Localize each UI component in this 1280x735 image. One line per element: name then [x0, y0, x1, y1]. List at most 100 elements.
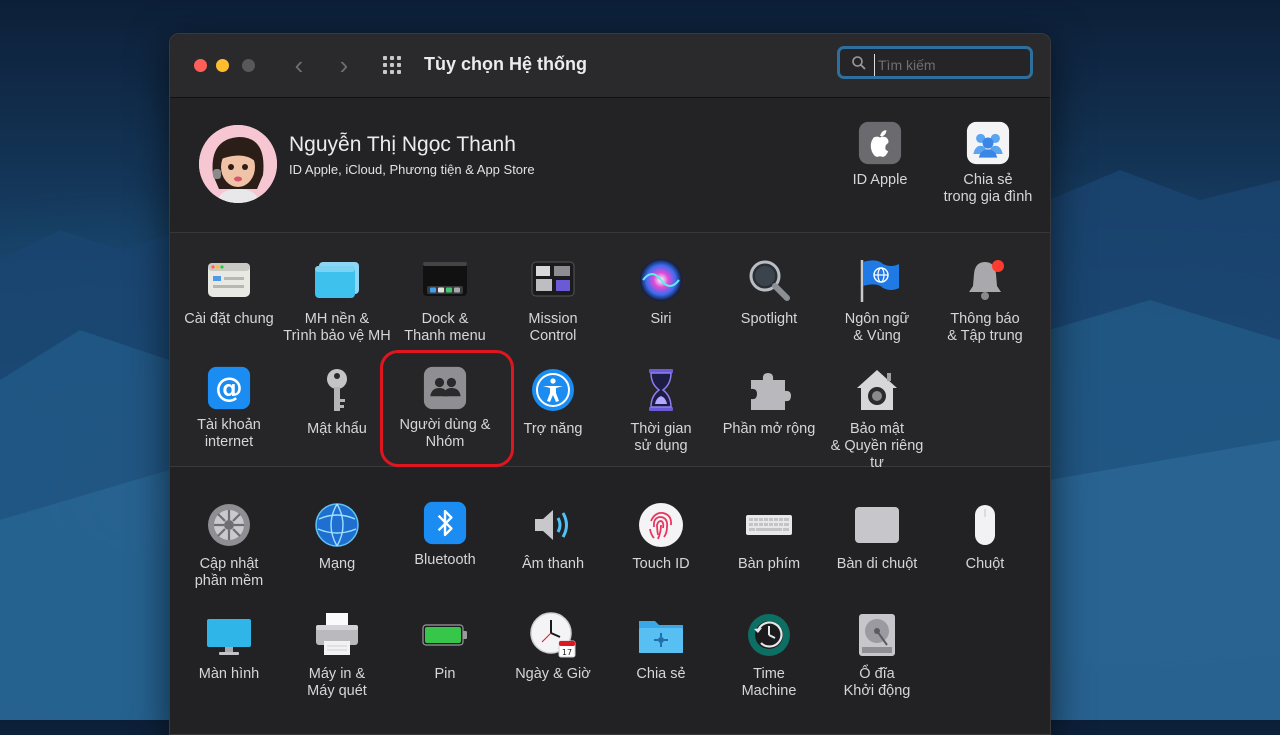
apple-logo-icon: [858, 121, 902, 165]
battery-icon: [422, 624, 467, 646]
pane-passwords[interactable]: Mật khẩu: [282, 366, 392, 438]
pane-security-privacy[interactable]: Bảo mật & Quyền riêng tư: [822, 366, 932, 472]
passwords-icon: [327, 369, 347, 411]
extensions-icon: [751, 373, 791, 410]
search-icon: [852, 56, 866, 70]
pane-battery[interactable]: Pin: [390, 611, 500, 683]
pane-screen-time[interactable]: Thời gian sử dụng: [606, 366, 716, 455]
account-subtitle: ID Apple, iCloud, Phương tiện & App Stor…: [289, 162, 535, 177]
pane-general[interactable]: Cài đặt chung: [174, 256, 284, 328]
title-bar: ‹ › Tùy chọn Hệ thống: [170, 34, 1050, 98]
language-region-icon: [860, 260, 899, 302]
pane-label: Phần mở rộng: [722, 421, 816, 437]
startup-disk-icon: [859, 614, 895, 656]
pane-apple-id[interactable]: ID Apple: [825, 121, 935, 189]
pane-label: Âm thanh: [521, 556, 585, 572]
pane-network[interactable]: Mạng: [282, 501, 392, 573]
time-machine-icon: [748, 614, 790, 656]
desktop-screensaver-icon: [315, 262, 359, 298]
pane-label: Bluetooth: [414, 552, 476, 568]
pane-sharing[interactable]: Chia sẻ: [606, 611, 716, 683]
pane-time-machine[interactable]: Time Machine: [714, 611, 824, 700]
system-preferences-window: ‹ › Tùy chọn Hệ thống Tìm kiếm Nguyễn Th…: [169, 33, 1051, 735]
pane-label: Chuột: [965, 556, 1005, 572]
pane-siri[interactable]: Siri: [606, 256, 716, 328]
pane-accessibility[interactable]: Trợ năng: [498, 366, 608, 438]
user-name: Nguyễn Thị Ngọc Thanh: [289, 133, 516, 156]
dock-icon: [423, 262, 467, 296]
pane-bluetooth[interactable]: Bluetooth: [390, 501, 500, 569]
siri-icon: [640, 259, 682, 301]
pane-notifications[interactable]: Thông báo & Tập trung: [930, 256, 1040, 345]
printers-scanners-icon: [316, 613, 358, 655]
pane-date-time[interactable]: 17 Ngày & Giờ: [498, 611, 608, 683]
notifications-icon: [969, 260, 1004, 300]
date-time-icon: 17: [530, 612, 576, 658]
security-privacy-icon: [857, 370, 897, 410]
sharing-icon: [639, 621, 683, 653]
trackpad-icon: [855, 507, 899, 543]
pane-label: Siri: [650, 311, 672, 327]
pane-label: Touch ID: [632, 556, 690, 572]
pane-desktop-screensaver[interactable]: MH nền & Trình bảo vệ MH: [282, 256, 392, 345]
show-all-grid-icon[interactable]: [383, 56, 405, 74]
svg-text:17: 17: [562, 648, 572, 657]
pane-label: Thông báo & Tập trung: [947, 311, 1023, 344]
forward-button[interactable]: ›: [332, 50, 356, 80]
pane-startup-disk[interactable]: Ổ đĩa Khởi động: [822, 611, 932, 700]
pane-label: Màn hình: [198, 666, 260, 682]
keyboard-icon: [746, 515, 792, 535]
pane-label: Bảo mật & Quyền riêng tư: [830, 421, 924, 471]
bluetooth-icon: [423, 501, 467, 545]
pane-spotlight[interactable]: Spotlight: [714, 256, 824, 328]
pane-label: Cập nhật phần mềm: [194, 556, 264, 589]
pane-label: Bàn di chuột: [836, 556, 918, 572]
software-update-icon: [208, 504, 250, 546]
pane-label: Ổ đĩa Khởi động: [843, 666, 911, 699]
pane-family-sharing[interactable]: Chia sẻ trong gia đình: [933, 121, 1043, 206]
accessibility-icon: [532, 369, 574, 411]
mission-control-icon: [531, 261, 575, 297]
window-title: Tùy chọn Hệ thống: [424, 54, 587, 74]
pane-label: Ngày & Giờ: [515, 666, 591, 682]
pane-mission-control[interactable]: Mission Control: [498, 256, 608, 345]
screen-time-icon: [649, 369, 673, 411]
pane-displays[interactable]: Màn hình: [174, 611, 284, 683]
pane-extensions[interactable]: Phần mở rộng: [714, 366, 824, 438]
pane-label: Chia sẻ trong gia đình: [943, 172, 1033, 205]
pane-touch-id[interactable]: Touch ID: [606, 501, 716, 573]
sound-icon: [535, 510, 568, 540]
pane-sound[interactable]: Âm thanh: [498, 501, 608, 573]
pane-label: Time Machine: [741, 666, 797, 699]
pane-label: Mạng: [318, 556, 356, 572]
pane-internet-accounts[interactable]: @ Tài khoản internet: [174, 366, 284, 451]
avatar[interactable]: [199, 125, 277, 203]
touch-id-icon: [639, 503, 683, 547]
pane-label: Mật khẩu: [307, 421, 367, 437]
pane-language-region[interactable]: Ngôn ngữ & Vùng: [822, 256, 932, 345]
search-field[interactable]: [837, 46, 1033, 79]
pane-keyboard[interactable]: Bàn phím: [714, 501, 824, 573]
apple-id-section: Nguyễn Thị Ngọc Thanh ID Apple, iCloud, …: [170, 98, 1050, 233]
pane-software-update[interactable]: Cập nhật phần mềm: [174, 501, 284, 590]
minimize-window-button[interactable]: [216, 59, 229, 72]
pane-label: Cài đặt chung: [184, 311, 274, 327]
search-input[interactable]: [874, 54, 1030, 76]
svg-text:@: @: [215, 372, 243, 404]
spotlight-icon: [749, 260, 790, 301]
pane-dock-menubar[interactable]: Dock & Thanh menu: [390, 256, 500, 345]
zoom-window-button[interactable]: [242, 59, 255, 72]
close-window-button[interactable]: [194, 59, 207, 72]
pane-label: Tài khoản internet: [197, 417, 261, 450]
family-sharing-icon: [966, 121, 1010, 165]
pane-mouse[interactable]: Chuột: [930, 501, 1040, 573]
network-icon: [315, 503, 359, 547]
mouse-icon: [975, 505, 995, 545]
pane-printers-scanners[interactable]: Máy in & Máy quét: [282, 611, 392, 700]
pane-label: Bàn phím: [737, 556, 801, 572]
back-button[interactable]: ‹: [287, 50, 311, 80]
pane-trackpad[interactable]: Bàn di chuột: [822, 501, 932, 573]
pane-label: Máy in & Máy quét: [307, 666, 367, 699]
memoji-avatar-icon: [199, 125, 277, 203]
highlight-ring: [380, 350, 514, 467]
